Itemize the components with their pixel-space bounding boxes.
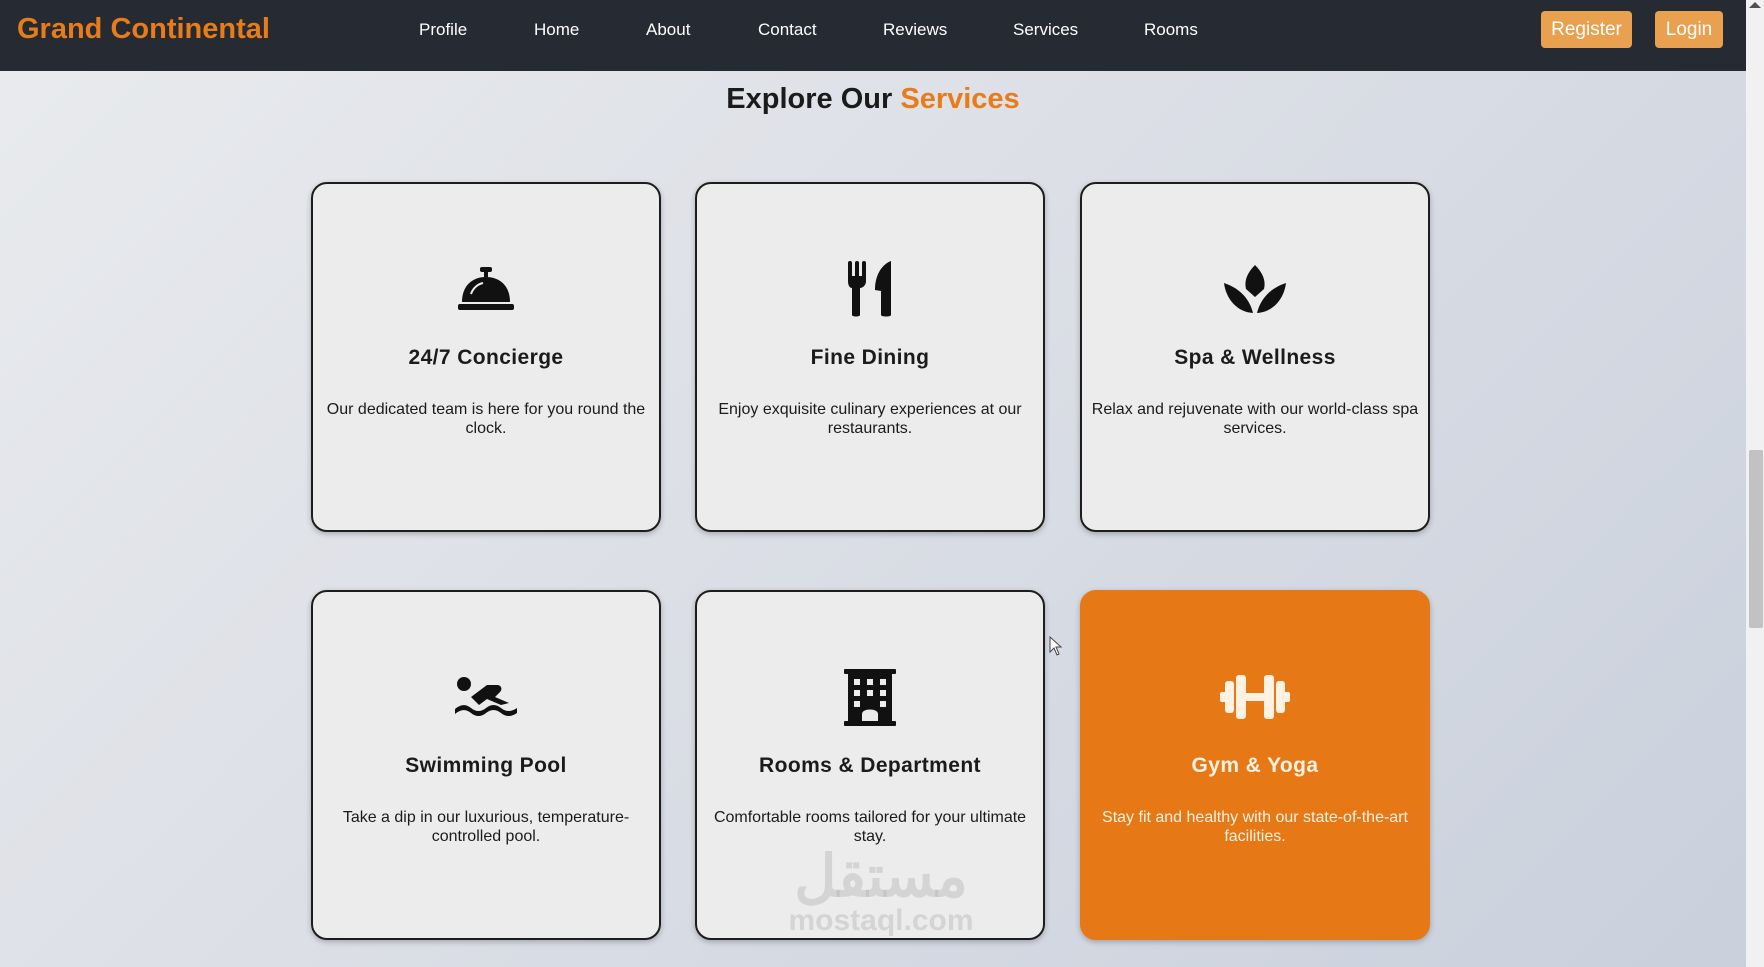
bell-concierge-icon [448,256,524,322]
card-description: Enjoy exquisite culinary experiences at … [718,401,1022,437]
card-title: 24/7 Concierge [408,346,564,369]
card-description: Stay fit and healthy with our state-of-t… [1102,809,1408,845]
card-description: Relax and rejuvenate with our world-clas… [1091,401,1419,437]
register-button[interactable]: Register [1541,11,1632,48]
card-description: Take a dip in our luxurious, temperature… [342,809,630,845]
nav-link-profile[interactable]: Profile [419,20,467,40]
nav-link-about[interactable]: About [646,20,690,40]
service-card-spa[interactable]: Spa & Wellness Relax and rejuvenate with… [1080,182,1430,532]
card-title: Fine Dining [810,346,930,369]
service-card-pool[interactable]: Swimming Pool Take a dip in our luxuriou… [311,590,661,940]
card-title: Swimming Pool [405,754,567,777]
nav-link-rooms[interactable]: Rooms [1144,20,1198,40]
navbar: Grand Continental Profile Home About Con… [0,0,1746,71]
section-title-prefix: Explore Our [726,83,893,115]
spa-lotus-icon [1217,256,1293,322]
section-title: Explore Our Services [0,83,1746,116]
card-description: Our dedicated team is here for you round… [326,401,646,437]
nav-link-home[interactable]: Home [534,20,579,40]
scroll-up-arrow-icon[interactable] [1749,2,1761,8]
login-button[interactable]: Login [1655,11,1723,48]
card-description: Comfortable rooms tailored for your ulti… [713,809,1027,845]
nav-link-reviews[interactable]: Reviews [883,20,947,40]
nav-link-contact[interactable]: Contact [758,20,817,40]
brand-logo[interactable]: Grand Continental [17,13,270,46]
swimmer-icon [448,664,524,730]
card-title: Gym & Yoga [1191,754,1319,777]
dumbbell-icon [1217,664,1293,730]
nav-link-services[interactable]: Services [1013,20,1078,40]
hotel-building-icon [832,664,908,730]
service-card-rooms[interactable]: Rooms & Department Comfortable rooms tai… [695,590,1045,940]
scrollbar-thumb[interactable] [1749,450,1763,628]
card-title: Rooms & Department [759,754,981,777]
service-card-concierge[interactable]: 24/7 Concierge Our dedicated team is her… [311,182,661,532]
mouse-cursor-icon [1049,635,1063,661]
service-card-gym[interactable]: Gym & Yoga Stay fit and healthy with our… [1080,590,1430,940]
service-card-dining[interactable]: Fine Dining Enjoy exquisite culinary exp… [695,182,1045,532]
utensils-icon [832,256,908,322]
card-title: Spa & Wellness [1174,346,1336,369]
section-title-accent: Services [900,83,1020,115]
